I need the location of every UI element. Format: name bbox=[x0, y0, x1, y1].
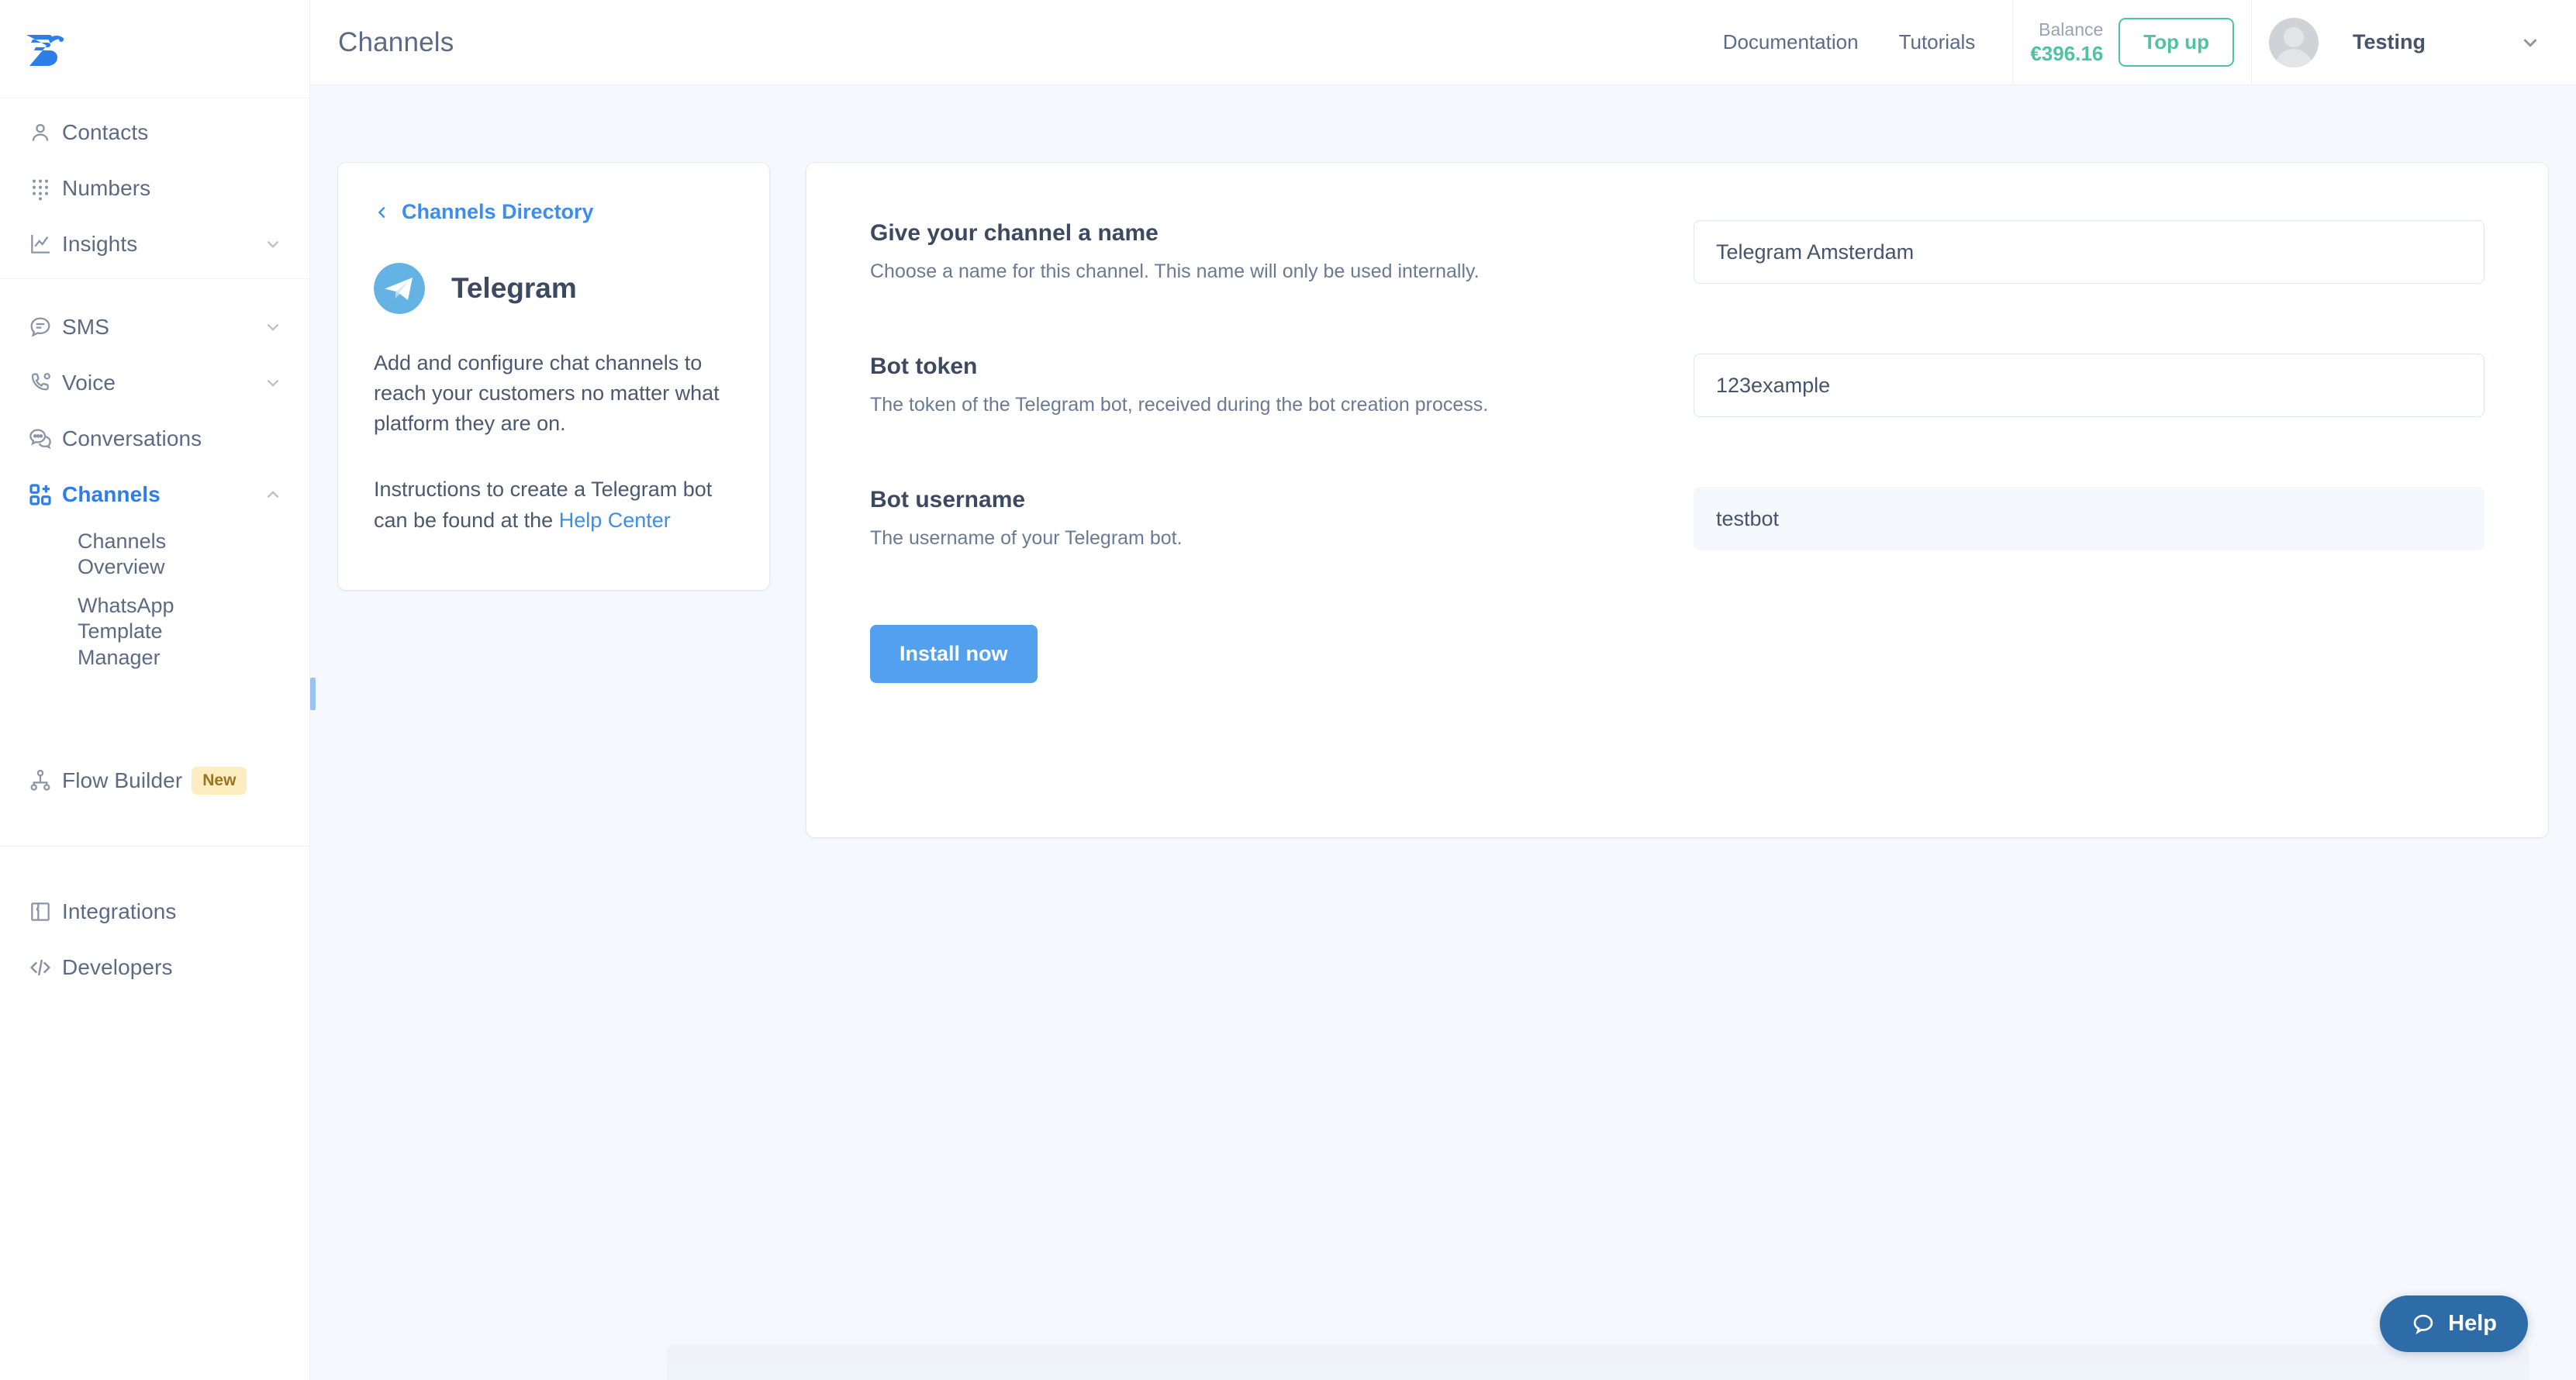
balance-label: Balance bbox=[2039, 19, 2104, 40]
top-bar: Channels Documentation Tutorials Balance… bbox=[310, 0, 2576, 85]
sidebar-item-label: Numbers bbox=[62, 176, 151, 200]
user-name: Testing bbox=[2353, 30, 2426, 53]
chat-bubble-icon bbox=[2411, 1312, 2436, 1337]
chevron-down-icon[interactable] bbox=[257, 317, 283, 337]
content-area: Channels Directory Telegram Add and conf… bbox=[310, 85, 2576, 837]
channel-info-card: Channels Directory Telegram Add and conf… bbox=[338, 163, 769, 590]
footer-band bbox=[667, 1344, 2529, 1380]
help-center-link[interactable]: Help Center bbox=[559, 509, 671, 532]
back-to-channels-directory-link[interactable]: Channels Directory bbox=[374, 200, 734, 224]
form-input-group bbox=[1694, 487, 2484, 550]
channel-name-input[interactable] bbox=[1694, 220, 2484, 284]
sidebar-group-dev: Integrations Developers bbox=[0, 847, 309, 1002]
sidebar-group-flow: Flow Builder New bbox=[0, 747, 309, 846]
bot-token-input[interactable] bbox=[1694, 354, 2484, 417]
sidebar-item-sms[interactable]: SMS bbox=[0, 299, 309, 355]
sidebar-item-label: Integrations bbox=[62, 899, 177, 924]
sidebar-item-label: Insights bbox=[62, 232, 138, 256]
sidebar-item-label: SMS bbox=[62, 315, 109, 339]
integrations-icon bbox=[28, 899, 62, 924]
channel-form-card: Give your channel a name Choose a name f… bbox=[806, 163, 2548, 837]
sidebar-item-flow-builder[interactable]: Flow Builder New bbox=[0, 753, 309, 809]
form-row-channel-name: Give your channel a name Choose a name f… bbox=[870, 220, 2484, 284]
form-label-group: Bot username The username of your Telegr… bbox=[870, 487, 1694, 550]
phone-icon bbox=[28, 371, 62, 395]
field-help-text: The username of your Telegram bot. bbox=[870, 527, 1183, 549]
sidebar-item-label: Developers bbox=[62, 955, 173, 980]
messagebird-logo bbox=[26, 35, 64, 66]
channel-instructions: Instructions to create a Telegram bot ca… bbox=[374, 474, 734, 535]
channel-description: Add and configure chat channels to reach… bbox=[374, 351, 720, 436]
balance-block: Balance €396.16 bbox=[2030, 19, 2118, 66]
chevron-down-icon[interactable] bbox=[257, 373, 283, 393]
back-link-label: Channels Directory bbox=[402, 200, 594, 223]
form-label-group: Bot token The token of the Telegram bot,… bbox=[870, 354, 1694, 416]
field-label: Bot username bbox=[870, 487, 1026, 512]
sidebar-item-channels[interactable]: Channels bbox=[0, 467, 309, 523]
top-up-button[interactable]: Top up bbox=[2118, 18, 2234, 67]
sidebar-item-label: Conversations bbox=[62, 426, 202, 450]
install-now-button[interactable]: Install now bbox=[870, 625, 1038, 683]
divider bbox=[2251, 0, 2252, 85]
balance-amount: €396.16 bbox=[2030, 41, 2104, 65]
sidebar-group-messaging: SMS Voice Conversations Channels Channel… bbox=[0, 279, 309, 747]
chevron-down-icon[interactable] bbox=[2426, 31, 2576, 54]
telegram-icon bbox=[374, 263, 425, 314]
chevron-down-icon[interactable] bbox=[257, 234, 283, 254]
app-root: Contacts Numbers Insights SMS Voice Conv… bbox=[0, 0, 2576, 1380]
sidebar-active-indicator bbox=[310, 678, 316, 710]
form-label-group: Give your channel a name Choose a name f… bbox=[870, 220, 1694, 283]
sidebar-item-voice[interactable]: Voice bbox=[0, 355, 309, 411]
top-link-documentation[interactable]: Documentation bbox=[1703, 30, 1879, 54]
field-help-text: The token of the Telegram bot, received … bbox=[870, 394, 1489, 416]
status-badge-new: New bbox=[192, 767, 247, 795]
person-icon bbox=[28, 120, 62, 145]
chevron-up-icon[interactable] bbox=[257, 485, 283, 505]
sidebar-item-insights[interactable]: Insights bbox=[0, 216, 309, 272]
flow-builder-icon bbox=[28, 768, 62, 793]
main-region: Channels Documentation Tutorials Balance… bbox=[310, 0, 2576, 1380]
conversations-icon bbox=[28, 426, 62, 451]
top-link-tutorials[interactable]: Tutorials bbox=[1879, 30, 1996, 54]
channels-grid-icon bbox=[28, 482, 62, 507]
sidebar: Contacts Numbers Insights SMS Voice Conv… bbox=[0, 0, 310, 1380]
sidebar-item-developers[interactable]: Developers bbox=[0, 940, 309, 995]
channel-header: Telegram bbox=[374, 263, 734, 314]
help-widget-label: Help bbox=[2448, 1311, 2497, 1336]
sidebar-item-conversations[interactable]: Conversations bbox=[0, 411, 309, 467]
form-row-bot-username: Bot username The username of your Telegr… bbox=[870, 487, 2484, 550]
sidebar-item-label: Channels bbox=[62, 482, 161, 506]
logo-container[interactable] bbox=[0, 0, 309, 98]
bot-username-input bbox=[1694, 487, 2484, 550]
field-help-text: Choose a name for this channel. This nam… bbox=[870, 260, 1480, 282]
field-label: Give your channel a name bbox=[870, 220, 1159, 246]
dialpad-icon bbox=[28, 176, 62, 201]
chevron-left-icon bbox=[374, 204, 391, 221]
sidebar-item-integrations[interactable]: Integrations bbox=[0, 884, 309, 940]
form-row-bot-token: Bot token The token of the Telegram bot,… bbox=[870, 354, 2484, 417]
page-title: Channels bbox=[338, 26, 454, 57]
divider bbox=[2012, 0, 2014, 85]
channel-title: Telegram bbox=[451, 272, 577, 304]
form-input-group bbox=[1694, 220, 2484, 284]
sidebar-item-numbers[interactable]: Numbers bbox=[0, 160, 309, 216]
sidebar-item-contacts[interactable]: Contacts bbox=[0, 105, 309, 160]
sidebar-item-label: Flow Builder bbox=[62, 768, 183, 793]
help-widget-button[interactable]: Help bbox=[2380, 1295, 2528, 1352]
sidebar-item-label: Contacts bbox=[62, 120, 149, 144]
top-bar-right: Documentation Tutorials Balance €396.16 … bbox=[1703, 0, 2576, 85]
form-input-group bbox=[1694, 354, 2484, 417]
sidebar-item-label: Voice bbox=[62, 371, 116, 395]
avatar[interactable] bbox=[2269, 17, 2319, 67]
field-label: Bot token bbox=[870, 354, 978, 379]
code-icon bbox=[28, 955, 62, 980]
sms-bubble-icon bbox=[28, 315, 62, 340]
sidebar-subitem-whatsapp-template-manager[interactable]: WhatsApp Template Manager bbox=[0, 587, 256, 677]
sidebar-subitem-channels-overview[interactable]: Channels Overview bbox=[0, 523, 256, 587]
chart-icon bbox=[28, 232, 62, 257]
sidebar-group-primary: Contacts Numbers Insights bbox=[0, 98, 309, 278]
sidebar-subnav-channels: Channels Overview WhatsApp Template Mana… bbox=[0, 523, 309, 681]
